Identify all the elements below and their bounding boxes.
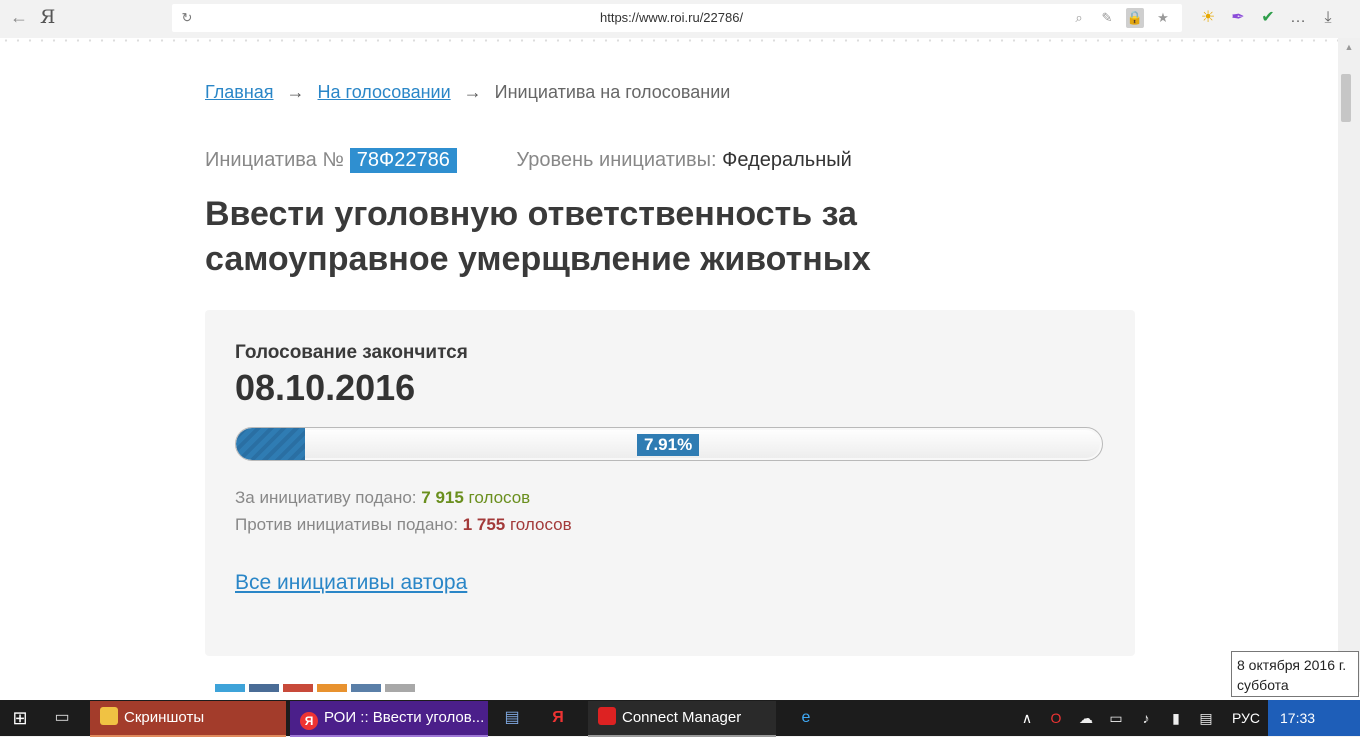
pen-icon[interactable]: ✎ (1098, 8, 1116, 28)
breadcrumb-voting-link[interactable]: На голосовании (318, 82, 451, 102)
initiative-level-value: Федеральный (722, 149, 852, 171)
document-app-icon[interactable]: ▤ (494, 701, 530, 735)
volume-tray-icon[interactable]: ♪ (1134, 706, 1158, 730)
back-arrow-icon[interactable]: ← (8, 6, 30, 28)
voting-ends-date: 08.10.2016 (235, 367, 416, 408)
taskbar-browser-window[interactable]: Я РОИ :: Ввести уголов... (290, 701, 488, 737)
yandex-app-icon[interactable]: Я (540, 701, 576, 735)
share-buttons (215, 684, 419, 692)
internet-explorer-icon[interactable]: e (788, 701, 824, 735)
shield-extension-icon[interactable]: ✔ (1256, 6, 1280, 30)
initiative-number-badge: 78Ф22786 (349, 148, 457, 173)
reload-icon[interactable]: ↻ (178, 8, 196, 28)
menu-dots-icon[interactable]: … (1286, 6, 1310, 30)
windows-start-icon[interactable]: ⊞ (4, 700, 36, 736)
tooltip-date: 8 октября 2016 г. (1237, 657, 1347, 673)
page-viewport: Главная → На голосовании → Инициатива на гол… (0, 38, 1338, 692)
task-view-icon[interactable]: ▭ (46, 700, 78, 736)
votes-against-line: Против инициативы подано: 1 755 голосов (235, 515, 572, 535)
signal-tray-icon[interactable]: ▮ (1164, 706, 1188, 730)
date-tooltip: 8 октября 2016 г. суббота (1231, 651, 1359, 697)
taskbar-screenshots-label: Скриншоты (124, 709, 205, 726)
yandex-logo-icon[interactable]: Я (40, 6, 60, 28)
weather-extension-icon[interactable]: ☀ (1196, 6, 1220, 30)
page-title: Ввести уголовную ответственность за само… (205, 195, 871, 278)
system-tray: O ☁ ▭ ♪ ▮ ▤ (1044, 706, 1218, 730)
breadcrumb-arrow-icon: → (463, 82, 482, 102)
votes-against-word: голосов (509, 515, 572, 534)
votes-for-line: За инициативу подано: 7 915 голосов (235, 488, 530, 508)
breadcrumb-home-link[interactable]: Главная (205, 82, 274, 102)
voting-progress-label: 7.91% (637, 434, 700, 456)
share-ok-button[interactable] (317, 684, 347, 692)
connect-manager-icon (598, 707, 616, 725)
yandex-browser-icon: Я (300, 712, 318, 730)
windows-taskbar: ⊞ ▭ Скриншоты Я РОИ :: Ввести уголов... ▤… (0, 700, 1360, 737)
address-bar-tools: ⌕ ✎ 🔒 ★ (1070, 8, 1172, 28)
initiative-level-label: Уровень инициативы: (516, 149, 717, 171)
share-twitter-button[interactable] (215, 684, 245, 692)
language-indicator[interactable]: РУС (1226, 700, 1266, 736)
initiative-number-label: Инициатива № (205, 149, 344, 171)
network-tray-icon[interactable]: ☁ (1074, 706, 1098, 730)
votes-for-count: 7 915 (421, 488, 464, 507)
share-facebook-button[interactable] (249, 684, 279, 692)
taskbar-connect-label: Connect Manager (622, 709, 742, 726)
battery-tray-icon[interactable]: ▭ (1104, 706, 1128, 730)
taskbar-connect-manager[interactable]: Connect Manager (588, 701, 776, 737)
taskbar-divider (0, 692, 1360, 700)
download-icon[interactable]: ⤓ (1316, 6, 1340, 30)
tooltip-weekday: суббота (1237, 677, 1289, 693)
scroll-thumb[interactable] (1341, 74, 1351, 122)
taskbar-browser-label: РОИ :: Ввести уголов... (324, 709, 485, 726)
breadcrumb-arrow-icon: → (286, 82, 305, 102)
voting-progress-bar: 7.91% (235, 427, 1103, 461)
opera-tray-icon[interactable]: O (1044, 706, 1068, 730)
taskbar-clock[interactable]: 17:33 (1268, 700, 1360, 736)
extensions-area: ☀ ✒ ✔ … ⤓ (1196, 6, 1340, 30)
author-initiatives-link[interactable]: Все инициативы автора (235, 571, 467, 595)
taskbar-screenshots-folder[interactable]: Скриншоты (90, 701, 286, 737)
breadcrumb-current: Инициатива на голосовании (494, 82, 731, 102)
folder-icon (100, 707, 118, 725)
share-vk-button[interactable] (351, 684, 381, 692)
tray-expand-icon[interactable]: ∧ (1016, 700, 1038, 736)
address-bar[interactable]: ↻ https://www.roi.ru/22786/ ⌕ ✎ 🔒 ★ (172, 4, 1182, 32)
page-scrollbar[interactable]: ▲ (1338, 38, 1360, 692)
feather-extension-icon[interactable]: ✒ (1226, 6, 1250, 30)
votes-against-count: 1 755 (462, 515, 506, 534)
votes-for-word: голосов (468, 488, 531, 507)
breadcrumb: Главная → На голосовании → Инициатива на гол… (205, 82, 730, 103)
voting-ends-label: Голосование закончится (235, 342, 468, 363)
lock-icon[interactable]: 🔒 (1126, 8, 1144, 28)
url-text[interactable]: https://www.roi.ru/22786/ (600, 10, 743, 25)
notifications-tray-icon[interactable]: ▤ (1194, 706, 1218, 730)
zoom-icon[interactable]: ⌕ (1070, 8, 1088, 28)
votes-for-label: За инициативу подано: (235, 488, 417, 507)
share-mail-button[interactable] (385, 684, 415, 692)
share-google-button[interactable] (283, 684, 313, 692)
bookmark-star-icon[interactable]: ★ (1154, 8, 1172, 28)
browser-toolbar: ← Я ↻ https://www.roi.ru/22786/ ⌕ ✎ 🔒 ★ … (0, 0, 1360, 38)
scroll-up-icon[interactable]: ▲ (1343, 42, 1355, 52)
initiative-meta: Инициатива № 78Ф22786 Уровень инициативы:… (205, 148, 852, 173)
voting-panel: Голосование закончится 08.10.2016 7.91% … (205, 310, 1135, 656)
voting-progress-fill (236, 428, 305, 460)
decorative-dots-divider (0, 38, 1338, 43)
votes-against-label: Против инициативы подано: (235, 515, 458, 534)
